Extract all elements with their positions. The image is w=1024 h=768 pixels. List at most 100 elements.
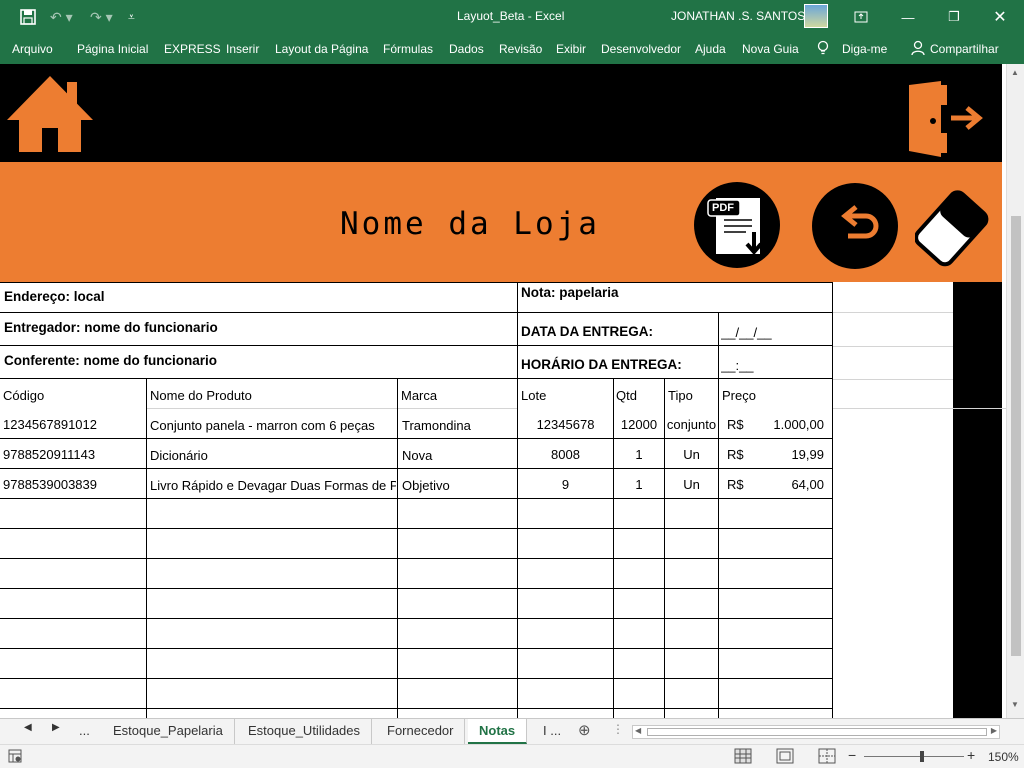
hscroll-left-icon[interactable]: ◀ (635, 726, 641, 735)
cell-qtd[interactable]: 1 (614, 470, 664, 500)
address-label[interactable]: Endereço: local (4, 282, 105, 312)
hscroll-right-icon[interactable]: ▶ (991, 726, 997, 735)
column-header-tipo[interactable]: Tipo (668, 381, 693, 411)
cell-moeda[interactable]: R$ (727, 470, 744, 500)
ribbon-tab-pagina-inicial[interactable]: Página Inicial (77, 42, 148, 56)
zoom-out-button[interactable]: − (848, 747, 856, 763)
macro-record-icon[interactable] (8, 749, 22, 766)
share-icon[interactable] (911, 40, 925, 59)
ribbon-tab-revisao[interactable]: Revisão (499, 42, 542, 56)
delivery-date-value[interactable]: __/__/__ (721, 318, 772, 348)
cell-preco[interactable]: 1.000,00 (750, 410, 824, 440)
export-pdf-button[interactable]: PDF (694, 182, 780, 268)
scroll-down-icon[interactable]: ▼ (1011, 700, 1019, 709)
normal-view-icon[interactable] (734, 748, 752, 767)
cell-moeda[interactable]: R$ (727, 440, 744, 470)
scroll-up-icon[interactable]: ▲ (1011, 68, 1019, 77)
deliverer-label[interactable]: Entregador: nome do funcionario (4, 313, 218, 343)
sheet-tab-more-left[interactable]: ... (68, 719, 101, 744)
page-layout-icon[interactable] (776, 748, 794, 767)
ribbon-tab-arquivo[interactable]: Arquivo (12, 42, 53, 56)
exit-icon[interactable] (907, 81, 985, 162)
tab-scroll-left-icon[interactable]: ◀ (24, 722, 32, 733)
sheet-tab-estoque-papelaria[interactable]: Estoque_Papelaria (102, 719, 235, 744)
ribbon-tab-dados[interactable]: Dados (449, 42, 484, 56)
horizontal-scroll-thumb[interactable] (647, 728, 987, 736)
ribbon-tab-layout[interactable]: Layout da Página (275, 42, 368, 56)
zoom-slider-thumb[interactable] (920, 751, 924, 762)
vertical-scroll-thumb[interactable] (1011, 216, 1021, 656)
user-name[interactable]: JONATHAN .S. SANTOS (671, 9, 805, 23)
undo-arrow-icon (841, 205, 879, 239)
sheet-tab-more-right[interactable]: I ... (532, 719, 572, 744)
cell-nome[interactable]: Dicionário (150, 441, 396, 471)
checker-label[interactable]: Conferente: nome do funcionario (4, 346, 217, 376)
column-header-codigo[interactable]: Código (3, 381, 44, 411)
cell-nome[interactable]: Conjunto panela - marron com 6 peças (150, 411, 396, 441)
ribbon-tab-ajuda[interactable]: Ajuda (695, 42, 726, 56)
share-button[interactable]: Compartilhar (930, 42, 999, 56)
cell-tipo[interactable]: Un (665, 470, 718, 500)
sheet-tab-estoque-utilidades[interactable]: Estoque_Utilidades (237, 719, 373, 744)
cell-tipo[interactable]: Un (665, 440, 718, 470)
zoom-slider[interactable] (864, 751, 964, 762)
close-button[interactable]: ✕ (977, 0, 1023, 34)
delivery-time-label[interactable]: HORÁRIO DA ENTREGA: (521, 350, 682, 380)
cell-qtd[interactable]: 12000 (614, 410, 664, 440)
tell-me-input[interactable]: Diga-me (842, 42, 887, 56)
undo-icon[interactable]: ↶ ▾ (50, 0, 73, 34)
cell-tipo[interactable]: conjunto (665, 410, 718, 440)
ribbon-tab-nova-guia[interactable]: Nova Guia (742, 42, 799, 56)
delivery-date-label[interactable]: DATA DA ENTREGA: (521, 317, 653, 347)
page-break-icon[interactable] (818, 748, 836, 767)
lightbulb-icon[interactable] (817, 40, 829, 59)
horizontal-scrollbar[interactable]: ◀ ▶ (632, 725, 1000, 739)
worksheet[interactable]: Nome da Loja PDF Endereço: local Nota: p… (0, 64, 1006, 718)
tab-scroll-right-icon[interactable]: ▶ (52, 722, 60, 733)
column-header-qtd[interactable]: Qtd (616, 381, 637, 411)
cell-lote[interactable]: 8008 (518, 440, 613, 470)
cell-qtd[interactable]: 1 (614, 440, 664, 470)
redo-icon[interactable]: ↷ ▾ (90, 0, 113, 34)
add-sheet-icon[interactable]: ⊕ (578, 721, 591, 739)
cell-preco[interactable]: 19,99 (750, 440, 824, 470)
customize-qat-icon[interactable]: ⩡ (128, 0, 135, 34)
cell-marca[interactable]: Tramondina (402, 411, 516, 441)
column-header-marca[interactable]: Marca (401, 381, 437, 411)
ribbon-tab-formulas[interactable]: Fórmulas (383, 42, 433, 56)
ribbon-tab-express[interactable]: EXPRESS (164, 42, 221, 56)
column-header-lote[interactable]: Lote (521, 381, 546, 411)
border-line (0, 678, 833, 679)
cell-preco[interactable]: 64,00 (750, 470, 824, 500)
ribbon-tab-desenvolvedor[interactable]: Desenvolvedor (601, 42, 681, 56)
minimize-button[interactable]: — (885, 0, 931, 34)
eraser-icon[interactable] (914, 188, 989, 275)
vertical-scrollbar[interactable]: ▲ ▼ (1006, 64, 1024, 718)
cell-codigo[interactable]: 9788539003839 (3, 470, 145, 500)
avatar[interactable] (804, 4, 828, 28)
home-icon[interactable] (5, 74, 95, 159)
back-button[interactable] (812, 183, 898, 269)
ribbon-tab-inserir[interactable]: Inserir (226, 42, 259, 56)
cell-moeda[interactable]: R$ (727, 410, 744, 440)
zoom-in-button[interactable]: + (967, 747, 975, 763)
column-header-preco[interactable]: Preço (722, 381, 756, 411)
cell-lote[interactable]: 9 (518, 470, 613, 500)
restore-button[interactable]: ❐ (931, 0, 977, 34)
sheet-tab-notas[interactable]: Notas (468, 719, 528, 744)
splitter-icon[interactable]: ⋮ (612, 722, 624, 736)
zoom-level[interactable]: 150% (988, 750, 1019, 764)
column-header-nome[interactable]: Nome do Produto (150, 381, 252, 411)
delivery-time-value[interactable]: __:__ (721, 351, 754, 381)
cell-marca[interactable]: Nova (402, 441, 516, 471)
cell-codigo[interactable]: 9788520911143 (3, 440, 145, 470)
ribbon-display-icon[interactable] (838, 0, 884, 34)
cell-lote[interactable]: 12345678 (518, 410, 613, 440)
ribbon-tab-exibir[interactable]: Exibir (556, 42, 586, 56)
cell-nome[interactable]: Livro Rápido e Devagar Duas Formas de Pe… (150, 471, 396, 501)
cell-codigo[interactable]: 1234567891012 (3, 410, 145, 440)
border-line (718, 312, 719, 378)
cell-marca[interactable]: Objetivo (402, 471, 516, 501)
save-icon[interactable] (20, 0, 36, 34)
sheet-tab-fornecedor[interactable]: Fornecedor (376, 719, 466, 744)
